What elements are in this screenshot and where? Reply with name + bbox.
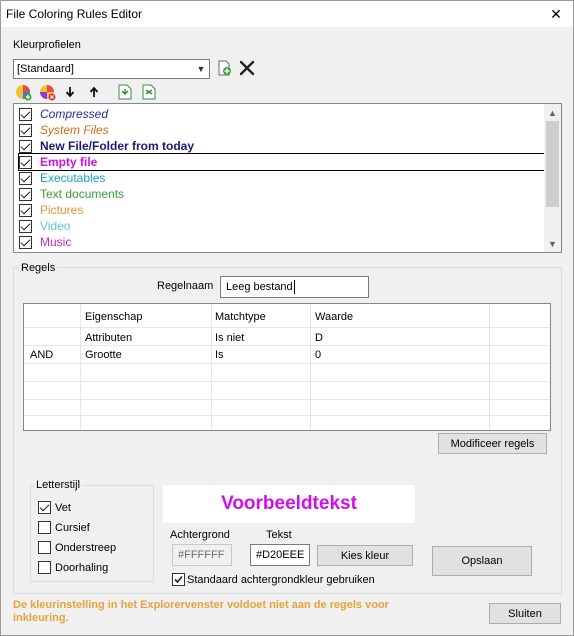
add-rule-icon[interactable] xyxy=(14,83,32,101)
grid-cell[interactable]: Attributen xyxy=(85,332,132,344)
rule-list-scrollbar[interactable]: ▲ ▼ xyxy=(544,104,561,252)
rule-list-item[interactable]: Executables xyxy=(19,170,544,186)
rule-enabled-checkbox[interactable] xyxy=(19,155,32,169)
grid-header-matchtype: Matchtype xyxy=(215,311,266,323)
rule-enabled-checkbox[interactable] xyxy=(19,203,32,217)
grid-cell[interactable]: Is xyxy=(215,349,224,361)
background-color-label: Achtergrond xyxy=(170,529,230,541)
rule-list-item[interactable]: Pictures xyxy=(19,202,544,218)
grid-cell[interactable]: Grootte xyxy=(85,349,122,361)
edit-rule-icon[interactable] xyxy=(38,83,56,101)
dialog-window: File Coloring Rules Editor ✕ Kleurprofie… xyxy=(0,0,574,636)
rule-list-item[interactable]: Empty file xyxy=(18,153,545,171)
text-caret xyxy=(294,280,295,294)
rule-list[interactable]: Compressed System Files New File/Folder fr… xyxy=(13,103,562,253)
preview-text: Voorbeeldtekst xyxy=(163,485,415,523)
rule-label: Video xyxy=(40,219,71,233)
rule-label: New File/Folder from today xyxy=(40,139,195,153)
rule-label: Text documents xyxy=(40,187,125,201)
font-style-checkbox[interactable] xyxy=(38,541,51,554)
font-style-label: Doorhaling xyxy=(55,562,109,574)
rule-list-item[interactable]: Music xyxy=(19,234,544,250)
rule-name-input[interactable]: Leeg bestand xyxy=(220,276,369,298)
grid-divider xyxy=(24,345,550,346)
rule-label: Executables xyxy=(40,171,106,185)
export-icon[interactable] xyxy=(140,83,158,101)
profile-select-value: [Standaard] xyxy=(17,63,74,75)
rule-name-label: Regelnaam xyxy=(157,280,214,292)
rule-list-item[interactable]: Text documents xyxy=(19,186,544,202)
rule-label: System Files xyxy=(40,123,109,137)
background-color-field: #FFFFFF xyxy=(172,544,232,566)
grid-divider xyxy=(211,304,212,430)
close-button[interactable]: Sluiten xyxy=(489,603,561,624)
move-up-icon[interactable] xyxy=(85,83,103,101)
chevron-down-icon: ▼ xyxy=(196,64,206,74)
import-icon[interactable] xyxy=(116,83,134,101)
text-color-field[interactable]: #D20EEE xyxy=(250,544,310,566)
rule-enabled-checkbox[interactable] xyxy=(19,123,32,137)
rule-list-item[interactable]: Compressed xyxy=(19,106,544,122)
grid-divider xyxy=(24,363,550,364)
warning-message: De kleurinstelling in het Explorervenste… xyxy=(13,599,389,624)
font-style-label: Cursief xyxy=(55,522,90,534)
text-color-value: #D20EEE xyxy=(256,549,305,561)
profiles-label: Kleurprofielen xyxy=(13,39,81,51)
conditions-grid[interactable]: Eigenschap Matchtype Waarde Attributen I… xyxy=(23,303,551,431)
rule-label: Compressed xyxy=(40,107,109,121)
rule-enabled-checkbox[interactable] xyxy=(19,107,32,121)
rule-enabled-checkbox[interactable] xyxy=(19,235,32,249)
rule-list-item[interactable]: System Files xyxy=(19,122,544,138)
checkmark-icon xyxy=(174,575,183,584)
grid-cell[interactable]: Is niet xyxy=(215,332,244,344)
close-icon[interactable]: ✕ xyxy=(539,1,573,27)
delete-profile-icon[interactable] xyxy=(238,59,256,77)
new-profile-icon[interactable] xyxy=(215,59,233,77)
font-style-checkbox[interactable] xyxy=(38,561,51,574)
rule-list-item[interactable]: New File/Folder from today xyxy=(19,138,544,154)
grid-header-property: Eigenschap xyxy=(85,311,143,323)
grid-divider xyxy=(24,327,550,328)
rule-label: Empty file xyxy=(40,155,98,169)
rule-enabled-checkbox[interactable] xyxy=(19,139,32,153)
grid-cell[interactable]: 0 xyxy=(315,349,321,361)
default-bg-label: Standaard achtergrondkleur gebruiken xyxy=(187,574,375,586)
rule-enabled-checkbox[interactable] xyxy=(19,187,32,201)
grid-cell[interactable]: D xyxy=(315,332,323,344)
background-color-value: #FFFFFF xyxy=(178,549,225,561)
grid-divider xyxy=(80,304,81,430)
save-button[interactable]: Opslaan xyxy=(432,546,532,576)
move-down-icon[interactable] xyxy=(61,83,79,101)
rule-label: Music xyxy=(40,235,72,249)
font-style-label: Vet xyxy=(55,502,71,514)
window-title: File Coloring Rules Editor xyxy=(6,7,143,21)
text-color-label: Tekst xyxy=(266,529,292,541)
font-style-label: Onderstreep xyxy=(55,542,117,554)
font-style-checkbox[interactable] xyxy=(38,521,51,534)
modify-rules-button[interactable]: Modificeer regels xyxy=(438,433,547,454)
title-bar: File Coloring Rules Editor ✕ xyxy=(1,1,573,27)
grid-divider xyxy=(24,415,550,416)
rule-name-value: Leeg bestand xyxy=(226,281,293,293)
grid-header-value: Waarde xyxy=(315,311,354,323)
font-style-checkbox[interactable] xyxy=(38,501,51,514)
rules-group-label: Regels xyxy=(19,262,58,274)
default-bg-checkbox[interactable] xyxy=(172,573,185,586)
rule-list-item[interactable]: Video xyxy=(19,218,544,234)
scroll-down-icon[interactable]: ▼ xyxy=(544,235,561,252)
profile-select[interactable]: [Standaard] ▼ xyxy=(13,59,210,79)
rule-enabled-checkbox[interactable] xyxy=(19,219,32,233)
grid-cell[interactable]: AND xyxy=(30,349,53,361)
rule-enabled-checkbox[interactable] xyxy=(19,171,32,185)
grid-divider xyxy=(24,381,550,382)
grid-divider xyxy=(310,304,311,430)
scroll-up-icon[interactable]: ▲ xyxy=(544,104,561,121)
rule-label: Pictures xyxy=(40,203,84,217)
scroll-thumb[interactable] xyxy=(546,121,559,207)
pick-color-button[interactable]: Kies kleur xyxy=(317,545,413,566)
grid-divider xyxy=(24,399,550,400)
font-style-group-label: Letterstijl xyxy=(34,479,83,491)
grid-divider xyxy=(489,304,490,430)
